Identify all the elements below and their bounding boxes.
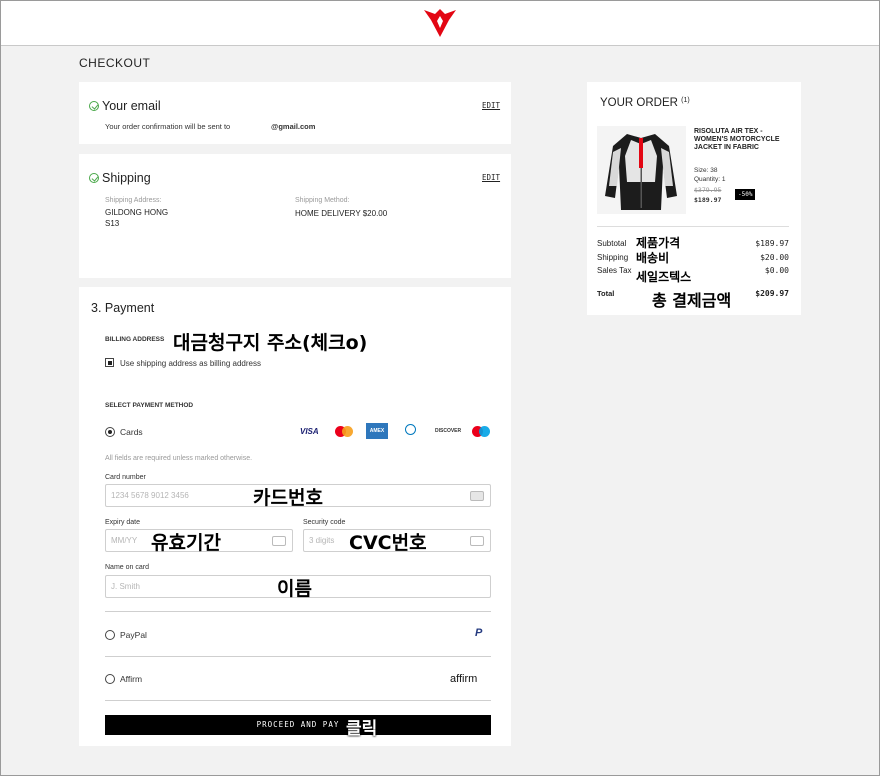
email-value: @gmail.com bbox=[271, 122, 316, 131]
expiry-placeholder: MM/YY bbox=[111, 536, 138, 545]
email-note: Your order confirmation will be sent to bbox=[105, 122, 231, 131]
proceed-annotation: 클릭 bbox=[346, 719, 378, 739]
shipping-section-title: Shipping bbox=[102, 171, 151, 185]
shipping-method-label: Shipping Method: bbox=[295, 197, 350, 204]
diners-club-icon bbox=[402, 424, 419, 438]
page-title: CHECKOUT bbox=[79, 56, 151, 70]
card-back-icon bbox=[470, 536, 484, 546]
maestro-icon bbox=[472, 426, 490, 437]
product-image[interactable] bbox=[597, 126, 686, 214]
card-number-placeholder: 1234 5678 9012 3456 bbox=[111, 491, 189, 500]
order-count: (1) bbox=[681, 97, 690, 104]
proceed-and-pay-button[interactable]: PROCEED AND PAY bbox=[105, 715, 491, 735]
total-annotation: 총 결제금액 bbox=[652, 291, 732, 310]
name-on-card-label: Name on card bbox=[105, 564, 149, 571]
payment-card bbox=[79, 287, 511, 746]
card-number-label: Card number bbox=[105, 474, 146, 481]
sales-tax-annotation: 세일즈텍스 bbox=[636, 270, 692, 284]
paypal-icon: P bbox=[475, 627, 483, 639]
check-icon bbox=[89, 101, 99, 111]
expiry-annotation: 유효기간 bbox=[151, 532, 221, 554]
name-on-card-placeholder: J. Smith bbox=[111, 582, 140, 591]
required-note: All fields are required unless marked ot… bbox=[105, 455, 253, 462]
divider bbox=[105, 656, 491, 657]
shipping-value: $20.00 bbox=[760, 253, 789, 262]
name-on-card-annotation: 이름 bbox=[277, 578, 312, 600]
billing-checkbox[interactable] bbox=[105, 358, 114, 367]
subtotal-label: Subtotal bbox=[597, 239, 627, 248]
affirm-radio[interactable] bbox=[105, 674, 115, 684]
card-number-annotation: 카드번호 bbox=[253, 487, 323, 509]
security-code-annotation: CVC번호 bbox=[349, 532, 427, 554]
total-value: $209.97 bbox=[755, 289, 789, 298]
paypal-radio[interactable] bbox=[105, 630, 115, 640]
billing-checkbox-label: Use shipping address as billing address bbox=[120, 359, 261, 368]
cards-radio[interactable] bbox=[105, 427, 115, 437]
billing-annotation: 대금청구지 주소(체크o) bbox=[173, 332, 368, 354]
shipping-label: Shipping bbox=[597, 253, 629, 262]
mastercard-icon bbox=[335, 426, 353, 437]
select-payment-label: SELECT PAYMENT METHOD bbox=[105, 402, 194, 409]
affirm-label: Affirm bbox=[120, 674, 143, 684]
card-icon bbox=[470, 491, 484, 501]
email-card: Your email EDIT Your order confirmation … bbox=[79, 82, 511, 144]
paypal-label: PayPal bbox=[120, 630, 147, 640]
jacket-icon bbox=[605, 134, 677, 210]
product-size: Size: 38 bbox=[694, 167, 718, 174]
visa-icon: VISA bbox=[300, 427, 319, 436]
divider bbox=[105, 611, 491, 612]
order-summary-card: YOUR ORDER (1) RISOLUTA AIR TEX - WOMEN'… bbox=[587, 82, 801, 315]
shipping-method-value: HOME DELIVERY $20.00 bbox=[295, 209, 388, 218]
shipping-annotation: 배송비 bbox=[636, 251, 670, 265]
edit-shipping-link[interactable]: EDIT bbox=[482, 173, 500, 182]
amex-icon: AMEX bbox=[366, 423, 388, 439]
security-code-label: Security code bbox=[303, 519, 346, 526]
shipping-address-line1: GILDONG HONG bbox=[105, 208, 169, 217]
shipping-address-line2: S13 bbox=[105, 219, 120, 228]
product-name[interactable]: RISOLUTA AIR TEX - WOMEN'S MOTORCYCLE JA… bbox=[694, 128, 789, 152]
email-section-title: Your email bbox=[102, 99, 161, 113]
top-header bbox=[1, 1, 879, 46]
divider bbox=[105, 700, 491, 701]
sales-tax-label: Sales Tax bbox=[597, 266, 632, 275]
payment-section-title: 3. Payment bbox=[91, 301, 155, 315]
total-label: Total bbox=[597, 289, 615, 298]
expiry-label: Expiry date bbox=[105, 519, 141, 526]
check-icon bbox=[89, 173, 99, 183]
order-title-text: YOUR ORDER bbox=[600, 97, 678, 109]
discount-badge: -50% bbox=[735, 189, 756, 200]
shipping-card: Shipping EDIT Shipping Address: GILDONG … bbox=[79, 154, 511, 278]
shipping-address-label: Shipping Address: bbox=[105, 197, 162, 204]
calendar-icon bbox=[272, 536, 286, 546]
product-price: $189.97 bbox=[694, 196, 722, 204]
product-old-price: $379.95 bbox=[694, 186, 722, 194]
edit-email-link[interactable]: EDIT bbox=[482, 101, 500, 110]
dainese-logo-icon[interactable] bbox=[422, 6, 458, 38]
billing-address-label: BILLING ADDRESS bbox=[105, 336, 165, 343]
divider bbox=[597, 226, 789, 227]
order-title: YOUR ORDER (1) bbox=[600, 97, 690, 109]
discover-icon: DISCOVER bbox=[435, 428, 462, 434]
product-quantity: Quantity: 1 bbox=[694, 176, 726, 183]
sales-tax-value: $0.00 bbox=[764, 266, 789, 275]
security-code-placeholder: 3 digits bbox=[309, 536, 335, 545]
affirm-icon: affirm bbox=[450, 673, 478, 685]
subtotal-value: $189.97 bbox=[755, 239, 789, 248]
cards-label: Cards bbox=[120, 427, 143, 437]
